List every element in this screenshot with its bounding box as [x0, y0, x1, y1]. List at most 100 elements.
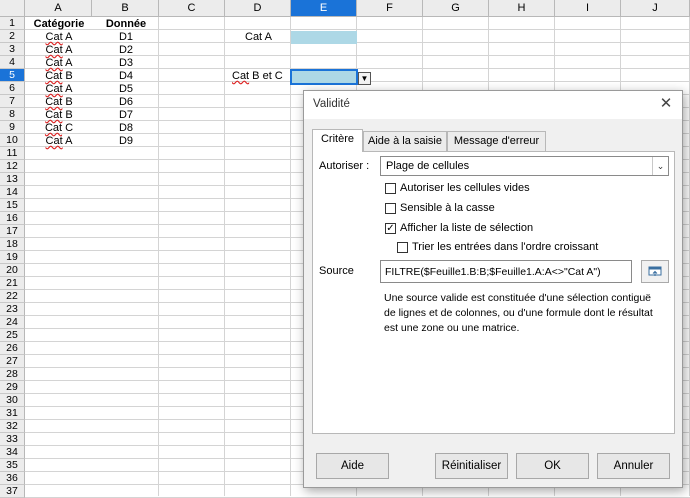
cancel-button[interactable]: Annuler [597, 453, 670, 479]
reset-button[interactable]: Réinitialiser [435, 453, 508, 479]
row-header-33[interactable]: 33 [0, 433, 25, 446]
allow-label: Autoriser : [319, 160, 370, 172]
cell-a5[interactable]: Cat B [26, 70, 92, 83]
row-header-37[interactable]: 37 [0, 485, 25, 498]
source-label: Source [319, 265, 354, 277]
help-button[interactable]: Aide [316, 453, 389, 479]
column-header-e[interactable]: E [291, 0, 357, 17]
column-header-c[interactable]: C [159, 0, 225, 17]
row-header-29[interactable]: 29 [0, 381, 25, 394]
row-header-19[interactable]: 19 [0, 251, 25, 264]
tab-critere[interactable]: Critère [312, 129, 363, 152]
tab-message-erreur[interactable]: Message d'erreur [447, 131, 546, 151]
row-header-18[interactable]: 18 [0, 238, 25, 251]
row-header-11[interactable]: 11 [0, 147, 25, 160]
cell-e2-highlight[interactable] [291, 31, 357, 44]
row-header-34[interactable]: 34 [0, 446, 25, 459]
validity-dialog: Validité ✕ Critère Aide à la saisie Mess… [303, 90, 683, 488]
row-header-20[interactable]: 20 [0, 264, 25, 277]
column-header-i[interactable]: I [555, 0, 621, 17]
sort-asc-label: Trier les entrées dans l'ordre croissant [412, 241, 599, 253]
cell-a4[interactable]: Cat A [26, 57, 92, 70]
row-header-32[interactable]: 32 [0, 420, 25, 433]
cell-b2[interactable]: D1 [93, 31, 159, 44]
allow-empty-checkbox[interactable] [385, 183, 396, 194]
cell-a6[interactable]: Cat A [26, 83, 92, 96]
row-header-2[interactable]: 2 [0, 30, 25, 43]
row-header-36[interactable]: 36 [0, 472, 25, 485]
row-header-10[interactable]: 10 [0, 134, 25, 147]
row-header-25[interactable]: 25 [0, 329, 25, 342]
row-header-8[interactable]: 8 [0, 108, 25, 121]
cell-a2[interactable]: Cat A [26, 31, 92, 44]
column-header-g[interactable]: G [423, 0, 489, 17]
row-header-21[interactable]: 21 [0, 277, 25, 290]
row-header-14[interactable]: 14 [0, 186, 25, 199]
column-header-d[interactable]: D [225, 0, 291, 17]
column-header-b[interactable]: B [92, 0, 159, 17]
sort-asc-checkbox[interactable] [397, 242, 408, 253]
column-gridline [224, 17, 225, 496]
row-header-23[interactable]: 23 [0, 303, 25, 316]
cell-a10[interactable]: Cat A [26, 135, 92, 148]
cell-b7[interactable]: D6 [93, 96, 159, 109]
row-header-1[interactable]: 1 [0, 17, 25, 30]
cell-a8[interactable]: Cat B [26, 109, 92, 122]
row-header-27[interactable]: 27 [0, 355, 25, 368]
cell-b4[interactable]: D3 [93, 57, 159, 70]
row-header-35[interactable]: 35 [0, 459, 25, 472]
row-header-31[interactable]: 31 [0, 407, 25, 420]
cell-text: Cat [45, 83, 63, 95]
help-text: Une source valide est constituée d'une s… [384, 292, 653, 334]
cell-b6[interactable]: D5 [93, 83, 159, 96]
column-gridline [290, 17, 291, 496]
cell-text: Cat [45, 44, 63, 56]
row-header-3[interactable]: 3 [0, 43, 25, 56]
cell-a7[interactable]: Cat B [26, 96, 92, 109]
row-header-22[interactable]: 22 [0, 290, 25, 303]
ok-button[interactable]: OK [516, 453, 589, 479]
shrink-range-button[interactable] [641, 260, 669, 283]
row-header-30[interactable]: 30 [0, 394, 25, 407]
header-categorie: Catégorie [33, 18, 85, 30]
cell-d5: Cat B et C [232, 70, 283, 83]
row-header-26[interactable]: 26 [0, 342, 25, 355]
source-input[interactable]: FILTRE($Feuille1.B:B;$Feuille1.A:A<>"Cat… [380, 260, 632, 283]
row-header-13[interactable]: 13 [0, 173, 25, 186]
dialog-title: Validité [313, 98, 350, 110]
column-header-f[interactable]: F [357, 0, 423, 17]
cell-b10[interactable]: D9 [93, 135, 159, 148]
show-list-checkbox[interactable]: ✓ [385, 223, 396, 234]
cell-a9[interactable]: Cat C [26, 122, 92, 135]
tab-aide-saisie[interactable]: Aide à la saisie [363, 131, 447, 151]
cell-b8[interactable]: D7 [93, 109, 159, 122]
select-all-corner[interactable] [0, 0, 25, 17]
case-sensitive-checkbox[interactable] [385, 203, 396, 214]
allow-select[interactable]: Plage de cellules ⌄ [380, 156, 669, 176]
row-header-24[interactable]: 24 [0, 316, 25, 329]
row-header-15[interactable]: 15 [0, 199, 25, 212]
column-header-j[interactable]: J [621, 0, 690, 17]
row-header-5[interactable]: 5 [0, 69, 25, 82]
cell-b9[interactable]: D8 [93, 122, 159, 135]
row-header-17[interactable]: 17 [0, 225, 25, 238]
cell-text: Cat [232, 70, 250, 82]
row-header-7[interactable]: 7 [0, 95, 25, 108]
row-header-6[interactable]: 6 [0, 82, 25, 95]
cell-text: Cat [45, 135, 63, 147]
row-header-28[interactable]: 28 [0, 368, 25, 381]
close-icon[interactable]: ✕ [658, 96, 674, 112]
row-header-9[interactable]: 9 [0, 121, 25, 134]
column-header-a[interactable]: A [25, 0, 92, 17]
dropdown-arrow-icon[interactable]: ▼ [358, 72, 371, 85]
cell-a3[interactable]: Cat A [26, 44, 92, 57]
cell-b3[interactable]: D2 [93, 44, 159, 57]
column-header-h[interactable]: H [489, 0, 555, 17]
cell-b5[interactable]: D4 [93, 70, 159, 83]
row-header-4[interactable]: 4 [0, 56, 25, 69]
row-header-12[interactable]: 12 [0, 160, 25, 173]
show-list-label: Afficher la liste de sélection [400, 222, 534, 234]
chevron-down-icon[interactable]: ⌄ [652, 157, 668, 175]
row-header-16[interactable]: 16 [0, 212, 25, 225]
dialog-titlebar[interactable]: Validité ✕ [304, 91, 682, 119]
